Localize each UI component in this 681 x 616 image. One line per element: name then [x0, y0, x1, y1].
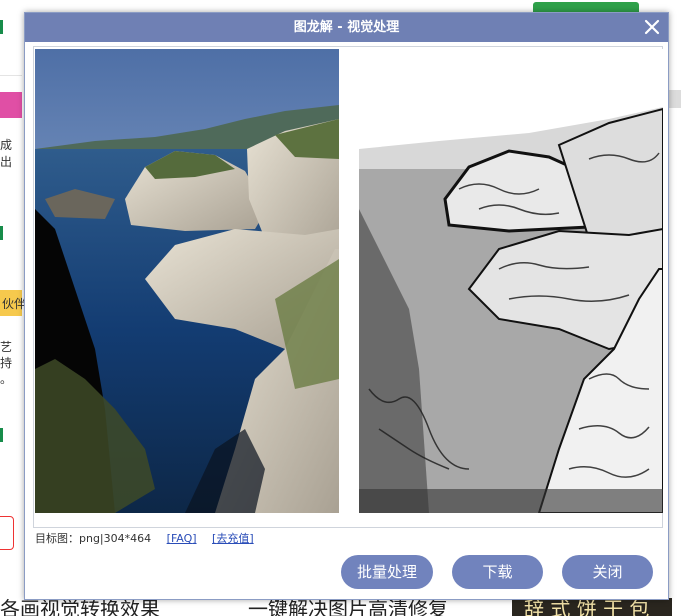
background-text: 持 — [0, 356, 13, 370]
recharge-link-label: 去充值 — [216, 532, 250, 545]
background-marker — [0, 20, 3, 34]
background-marker — [0, 226, 3, 240]
background-bottom-text: 一键解决图片高清修复 — [248, 598, 448, 616]
faq-link-label: FAQ — [170, 532, 193, 545]
original-image — [35, 49, 339, 513]
background-marker — [0, 428, 3, 442]
background-gray-block — [668, 90, 681, 108]
faq-link[interactable]: [FAQ] — [167, 532, 197, 545]
preview-frame — [33, 46, 663, 528]
dialog-header: 图龙解 - 视觉处理 — [25, 13, 668, 42]
image-info-row: 目标图：png|304*464 [FAQ] [去充值] — [35, 532, 254, 546]
background-red-box — [0, 516, 14, 550]
target-image-info: 目标图：png|304*464 — [35, 532, 152, 545]
batch-process-button[interactable]: 批量处理 — [341, 555, 433, 589]
download-button[interactable]: 下载 — [452, 555, 543, 589]
background-pink-banner — [0, 92, 22, 118]
background-bottom-banner: 辞 式 饼 干 包 — [512, 598, 672, 616]
close-button[interactable]: 关闭 — [562, 555, 653, 589]
vision-processing-dialog: 图龙解 - 视觉处理 目标图：png|304*464 [FAQ] [去充值] 批… — [24, 12, 669, 600]
dialog-title: 图龙解 - 视觉处理 — [293, 20, 400, 35]
background-text: 出 — [0, 155, 13, 169]
background-yellow-label: 伙伴 — [2, 297, 27, 311]
background-text: 。 — [0, 372, 13, 386]
background-yellow-banner: 伙伴 — [0, 290, 26, 316]
background-bottom-text: 各画视觉转换效果 — [0, 598, 160, 616]
recharge-link[interactable]: [去充值] — [212, 532, 254, 545]
processed-image — [359, 49, 663, 513]
background-divider — [0, 75, 22, 76]
background-text: 成 — [0, 138, 13, 152]
background-text: 艺 — [0, 340, 13, 354]
close-icon[interactable] — [643, 18, 661, 36]
